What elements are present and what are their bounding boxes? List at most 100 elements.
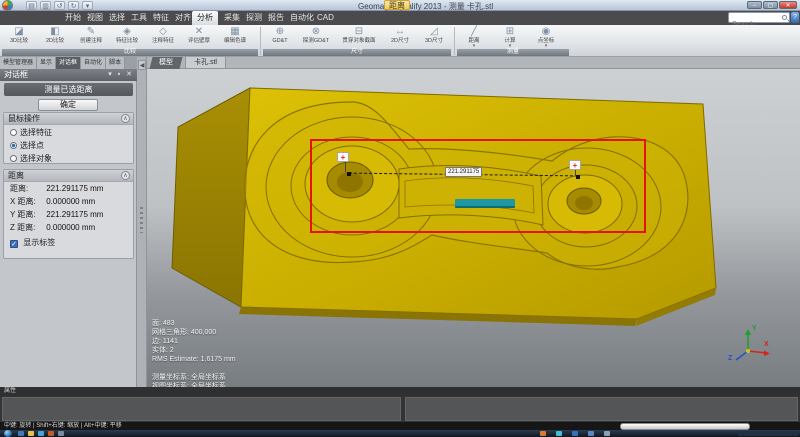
button-point-coordinate[interactable]: ◉ 点坐标 ▾ [529,26,563,49]
left-dock-panel: 模型管理器 显示 对话框 自动化 脚本 对话框 ▾ ▪ ✕ 测量已选距离 确定 … [0,57,137,387]
chevron-down-icon: ▾ [457,44,491,48]
radio-select-point[interactable]: 选择点 [10,140,133,151]
measure-point-1 [347,172,351,176]
tab-cad[interactable]: CAD [312,11,339,25]
distance-icon: ╱ [457,26,491,38]
radio-selected-icon[interactable] [10,142,17,149]
selection-rectangle [310,139,646,233]
qat-dropdown-icon[interactable]: ▾ [82,1,93,10]
button-calculate[interactable]: ⊞ 计算 ▾ [493,26,527,49]
distance-y-row: Y 距离: 221.291175 mm [10,209,133,221]
taskbar-icon[interactable] [58,431,64,436]
button-2d-compare[interactable]: ◧ 2D比较 [38,26,72,49]
taskbar-icon[interactable] [18,431,24,436]
ribbon-tab-bar: 开始 视图 选择 工具 特征 对齐 分析 采集 探测 报告 自动化 CAD ? [0,11,800,25]
3d-dimension-icon: ◿ [417,26,451,38]
save-icon[interactable]: ▥ [40,1,51,10]
bottom-dock [0,396,800,422]
undo-icon[interactable]: ↺ [54,1,65,10]
stat-edges: 边: 1141 [152,337,236,346]
collapse-icon[interactable]: ∧ [121,114,130,123]
taskbar-icon[interactable] [540,431,546,436]
taskbar-icon[interactable] [604,431,610,436]
start-button-icon[interactable] [4,430,12,437]
taskbar-icon[interactable] [588,431,594,436]
button-create-annotation[interactable]: ✎ 创建注释 [74,26,108,49]
2d-dimension-icon: ↔ [383,26,417,38]
radio-select-object[interactable]: 选择对象 [10,153,133,164]
panel-tab-strip: 模型管理器 显示 对话框 自动化 脚本 [0,57,137,69]
button-3d-dimension[interactable]: ◿ 3D尺寸 [417,26,451,49]
stat-rms: RMS Estimate: 1.6175 mm [152,355,236,364]
mouse-operation-section: 鼠标操作 ∧ 选择特征 选择点 选择对象 [3,112,134,164]
axis-x-label: X [764,341,769,348]
app-logo-icon[interactable] [2,0,13,11]
group-separator [260,27,261,55]
button-feature-compare[interactable]: ◈ 特征比较 [110,26,144,49]
button-wall-thickness[interactable]: ✕ 评估壁厚 [182,26,216,49]
button-annotate-feature[interactable]: ◇ 注释特征 [146,26,180,49]
search-icon [782,15,787,20]
panel-tab-dialog[interactable]: 对话框 [56,57,81,69]
show-label-checkbox[interactable]: ✓ 显示标签 [10,237,133,249]
redo-icon[interactable]: ↻ [68,1,79,10]
button-distance[interactable]: ╱ 距离 ▾ [457,26,491,49]
button-3d-compare[interactable]: ◪ 3D比较 [2,26,36,49]
ok-button[interactable]: 确定 [38,99,98,111]
taskbar-icon[interactable] [38,431,44,436]
radio-icon[interactable] [10,129,17,136]
open-icon[interactable]: ▤ [26,1,37,10]
application-window: ▤ ▥ ↺ ↻ ▾ 距离 Geomagic Qualify 2013 - 测量 … [0,0,800,437]
radio-icon[interactable] [10,155,17,162]
marker-stem [575,169,576,176]
button-probe-gdt[interactable]: ⊗ 探测GD&T [299,26,333,49]
edit-spectrum-icon: ▦ [218,26,252,38]
checkbox-checked-icon[interactable]: ✓ [10,240,18,248]
chevron-down-icon: ▾ [529,44,563,48]
taskbar-icon[interactable] [572,431,578,436]
panel-tab-model-manager[interactable]: 模型管理器 [0,57,37,69]
system-tray[interactable] [738,431,798,436]
bottom-panel-right[interactable] [405,397,798,421]
feature-compare-icon: ◈ [110,26,144,38]
distance-y-value: 221.291175 mm [46,210,103,219]
help-button[interactable]: ? [791,12,799,23]
panel-header-icons[interactable]: ▾ ▪ ✕ [108,69,134,81]
button-gdt[interactable]: ⊕ GD&T [263,26,297,49]
marker-stem [345,162,346,172]
distance-z-value: 0.000000 mm [46,223,95,232]
taskbar-icon[interactable] [48,431,54,436]
bottom-dock-label: 属性 [4,388,16,394]
panel-tab-automate[interactable]: 自动化 [81,57,106,69]
panel-tab-script[interactable]: 脚本 [106,57,125,69]
axes-triad: Y X Z [726,325,772,365]
radio-select-feature[interactable]: 选择特征 [10,127,133,138]
ribbon: ◪ 3D比较 ◧ 2D比较 ✎ 创建注释 ◈ 特征比较 ◇ 注释特征 ✕ 评估壁… [0,25,800,57]
button-through-section[interactable]: ⊟ 贯穿对象截面 [337,26,381,49]
ribbon-group-dimension: ⊕ GD&T ⊗ 探测GD&T ⊟ 贯穿对象截面 ↔ 2D尺寸 ◿ 3D尺寸 尺… [263,25,451,56]
coordinate-system-overlay: 测量坐标系: 全局坐标系 视图坐标系: 全局坐标系 [152,373,226,387]
viewport-3d[interactable]: 模型 卡孔.stl [147,57,800,387]
panel-tab-display[interactable]: 显示 [37,57,56,69]
bottom-panel-left[interactable] [2,397,401,421]
maximize-button[interactable]: ▢ [763,1,778,9]
minimize-button[interactable]: – [747,1,762,9]
taskbar-icon[interactable] [556,431,562,436]
ribbon-search[interactable] [728,12,790,23]
tab-analysis[interactable]: 分析 [192,11,218,25]
close-button[interactable]: ✕ [779,1,797,9]
title-bar: ▤ ▥ ↺ ↻ ▾ 距离 Geomagic Qualify 2013 - 测量 … [0,0,800,11]
dialog-message: 测量已选距离 [4,83,133,96]
distance-section: 距离 ∧ 距离: 221.291175 mm X 距离: 0.000000 mm… [3,169,134,259]
point-marker-flag-1: + [337,152,349,162]
group-label-compare: 比较 [2,49,258,56]
collapse-icon[interactable]: ∧ [121,171,130,180]
button-2d-dimension[interactable]: ↔ 2D尺寸 [383,26,417,49]
button-edit-spectrum[interactable]: ▦ 编辑色谱 [218,26,252,49]
taskbar-icon[interactable] [28,431,34,436]
collapse-panel-icon[interactable]: ◀ [138,60,146,70]
splitter-grip[interactable] [140,207,143,233]
axis-z-label: Z [728,355,732,362]
panel-splitter[interactable]: ◀ [137,57,147,387]
window-controls: – ▢ ✕ [747,1,797,9]
